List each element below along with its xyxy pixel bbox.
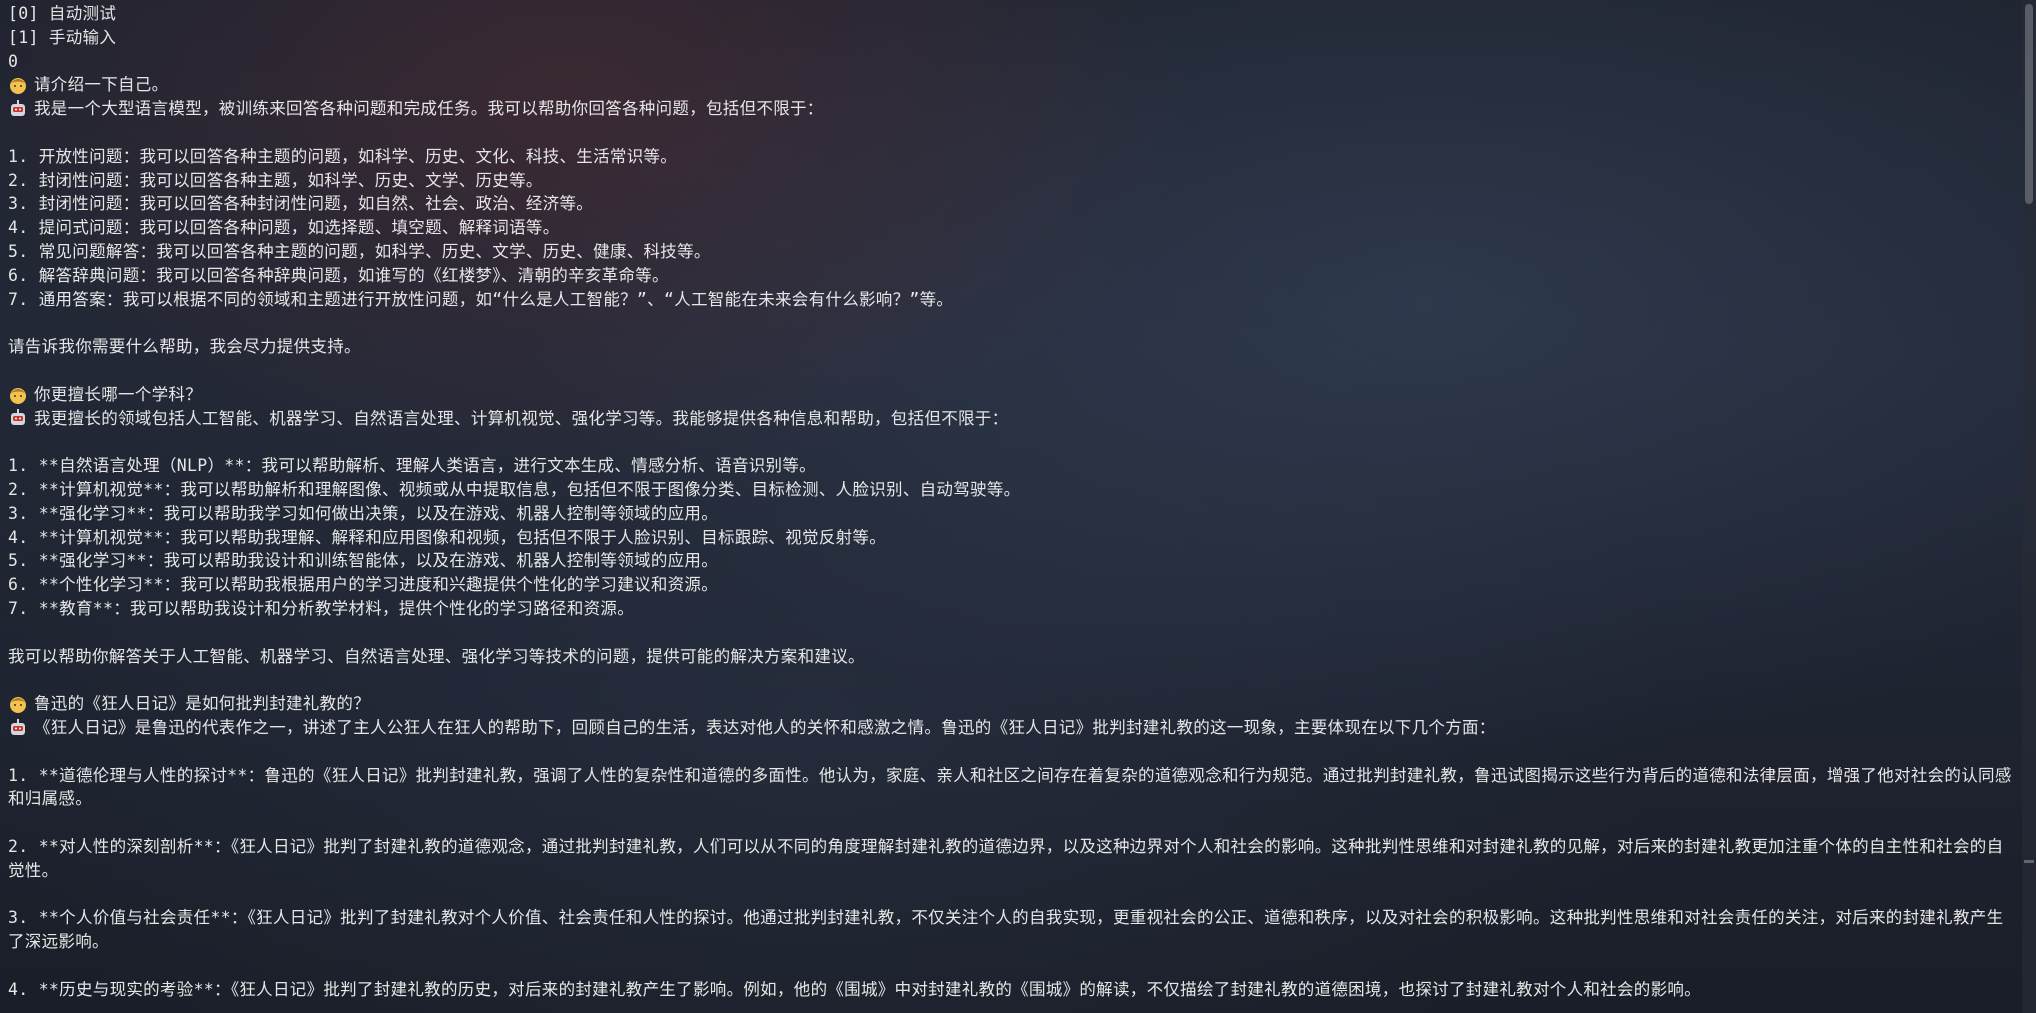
list-item: 2. 封闭性问题：我可以回答各种主题，如科学、历史、文学、历史等。 <box>8 170 543 190</box>
paragraph: 4. **历史与现实的考验**：《狂人日记》批判了封建礼教的历史，对后来的封建礼… <box>8 979 1701 999</box>
bot-message: 我是一个大型语言模型，被训练来回答各种问题和完成任务。我可以帮助你回答各种问题，… <box>8 97 2022 121</box>
list-item: 6. **个性化学习**：我可以帮助我根据用户的学习进度和兴趣提供个性化的学习建… <box>8 575 719 595</box>
list-item: 3. 封闭性问题：我可以回答各种封闭性问题，如自然、社会、政治、经济等。 <box>8 194 594 214</box>
menu-option-manual: [1] 手动输入 <box>8 27 117 47</box>
scrollbar-marker <box>2024 860 2034 863</box>
robot-icon <box>11 100 25 117</box>
list-item: 3. **强化学习**：我可以帮助我学习如何做出决策，以及在游戏、机器人控制等领… <box>8 503 719 523</box>
user-choice: 0 <box>8 51 19 71</box>
user-message: 鲁迅的《狂人日记》是如何批判封建礼教的？ <box>8 692 2022 716</box>
list-item: 4. **计算机视觉**：我可以帮助我理解、解释和应用图像和视频，包括但不限于人… <box>8 527 887 547</box>
closing-text: 我可以帮助你解答关于人工智能、机器学习、自然语言处理、强化学习等技术的问题，提供… <box>8 646 865 666</box>
list-item: 1. 开放性问题：我可以回答各种主题的问题，如科学、历史、文化、科技、生活常识等… <box>8 146 678 166</box>
list-item: 1. **自然语言处理（NLP）**：我可以帮助解析、理解人类语言，进行文本生成… <box>8 456 816 476</box>
list-item: 6. 解答辞典问题：我可以回答各种辞典问题，如谁写的《红楼梦》、清朝的辛亥革命等… <box>8 265 669 285</box>
bot-message: 《狂人日记》是鲁迅的代表作之一，讲述了主人公狂人在狂人的帮助下，回顾自己的生活，… <box>8 716 2022 740</box>
paragraph: 2. **对人性的深刻剖析**：《狂人日记》批判了封建礼教的道德观念，通过批判封… <box>8 836 2004 880</box>
scrollbar-thumb[interactable] <box>2025 4 2033 204</box>
list-item: 7. **教育**：我可以帮助我设计和分析教学材料，提供个性化的学习路径和资源。 <box>8 598 635 618</box>
terminal-output[interactable]: [0] 自动测试 [1] 手动输入 0 请介绍一下自己。 我是一个大型语言模型，… <box>0 0 2022 1013</box>
bot-message: 我更擅长的领域包括人工智能、机器学习、自然语言处理、计算机视觉、强化学习等。我能… <box>8 407 2022 431</box>
user-message: 请介绍一下自己。 <box>8 73 2022 97</box>
user-message: 你更擅长哪一个学科？ <box>8 383 2022 407</box>
list-item: 5. 常见问题解答：我可以回答各种主题的问题，如科学、历史、文学、历史、健康、科… <box>8 241 711 261</box>
robot-icon <box>11 409 25 426</box>
paragraph: 1. **道德伦理与人性的探讨**：鲁迅的《狂人日记》批判封建礼教，强调了人性的… <box>8 765 2012 809</box>
user-face-icon <box>10 697 26 713</box>
vertical-scrollbar[interactable] <box>2022 0 2036 1013</box>
menu-option-auto: [0] 自动测试 <box>8 4 117 23</box>
list-item: 5. **强化学习**：我可以帮助我设计和训练智能体，以及在游戏、机器人控制等领… <box>8 551 719 571</box>
list-item: 7. 通用答案：我可以根据不同的领域和主题进行开放性问题，如“什么是人工智能？”… <box>8 289 954 309</box>
user-face-icon <box>10 78 26 95</box>
closing-text: 请告诉我你需要什么帮助，我会尽力提供支持。 <box>8 337 361 357</box>
list-item: 2. **计算机视觉**：我可以帮助解析和理解图像、视频或从中提取信息，包括但不… <box>8 479 1021 499</box>
user-face-icon <box>10 387 26 404</box>
robot-icon <box>11 718 25 735</box>
list-item: 4. 提问式问题：我可以回答各种问题，如选择题、填空题、解释词语等。 <box>8 218 560 238</box>
paragraph: 3. **个人价值与社会责任**：《狂人日记》批判了封建礼教对个人价值、社会责任… <box>8 908 2004 952</box>
